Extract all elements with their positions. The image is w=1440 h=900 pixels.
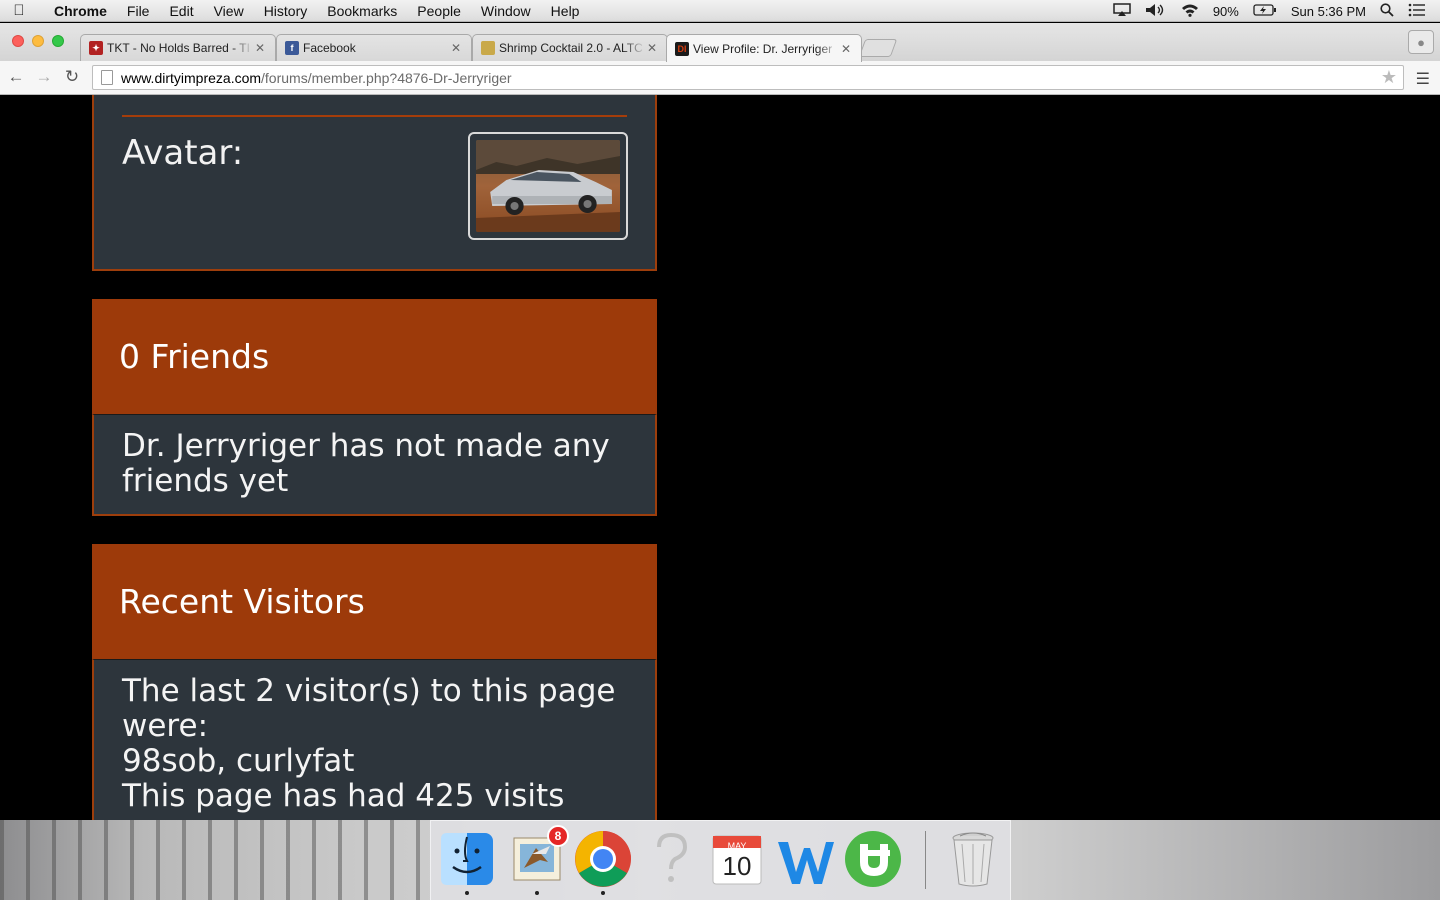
dirtyimpreza-favicon-icon: DI [675, 41, 689, 56]
tab-shrimp-cocktail[interactable]: Shrimp Cocktail 2.0 - ALTC ✕ [472, 34, 668, 61]
recent-visitors-body: The last 2 visitor(s) to this page were:… [92, 659, 657, 820]
calendar-month: MAY [727, 841, 747, 851]
reload-icon[interactable]: ↻ [62, 67, 82, 87]
address-bar[interactable]: www.dirtyimpreza.com/forums/member.php?4… [92, 65, 1404, 90]
back-icon[interactable]: ← [6, 67, 26, 87]
tab-title: Shrimp Cocktail 2.0 - ALTC [499, 41, 643, 55]
finder-icon[interactable] [437, 829, 497, 895]
tab-facebook[interactable]: f Facebook ✕ [276, 34, 472, 61]
visits-total: This page has had 425 visits [122, 778, 565, 814]
url-host: www.dirtyimpreza.com [121, 69, 262, 86]
friends-heading: 0 Friends [119, 337, 270, 376]
tab-view-profile[interactable]: DI View Profile: Dr. Jerryriger ✕ [666, 34, 862, 62]
window-close-button[interactable] [12, 35, 24, 47]
recent-visitors-heading: Recent Visitors [119, 582, 365, 621]
airplay-icon[interactable] [1113, 2, 1131, 20]
dock-separator [925, 831, 926, 889]
wifi-icon[interactable] [1181, 3, 1199, 20]
battery-percent: 90% [1212, 3, 1239, 19]
tab-title: View Profile: Dr. Jerryriger [693, 41, 833, 56]
spotlight-search-icon[interactable] [1380, 2, 1394, 20]
running-indicator [465, 891, 469, 895]
profile-icon[interactable]: ● [1408, 30, 1434, 54]
apple-menu-icon[interactable]:  [0, 2, 38, 19]
chrome-icon[interactable] [573, 829, 633, 895]
friends-body: Dr. Jerryriger has not made any friends … [92, 414, 657, 516]
avatar-label: Avatar: [122, 133, 244, 173]
new-tab-button[interactable] [858, 39, 898, 57]
page-viewport: Avatar: 0 Friends Dr. Jerryriger has not… [0, 95, 1440, 820]
tab-close-icon[interactable]: ✕ [449, 41, 463, 55]
mail-badge: 8 [547, 825, 569, 847]
trash-icon[interactable] [943, 829, 1003, 889]
menu-file[interactable]: File [117, 3, 160, 19]
tab-strip: ✦ TKT - No Holds Barred - TI ✕ f Faceboo… [0, 23, 1440, 62]
page-icon [101, 70, 113, 85]
menubar-clock[interactable]: Sun 5:36 PM [1291, 4, 1366, 19]
calendar-day: 10 [722, 851, 752, 881]
tab-close-icon[interactable]: ✕ [839, 42, 853, 56]
divider [122, 115, 627, 117]
facebook-favicon-icon: f [285, 41, 299, 55]
menubar:  Chrome File Edit View History Bookmark… [0, 0, 1440, 22]
utorrent-icon[interactable] [843, 829, 903, 889]
volume-icon[interactable] [1145, 3, 1167, 20]
calendar-icon[interactable]: MAY 10 [707, 829, 767, 889]
menubar-status-area: 90% Sun 5:36 PM [1113, 0, 1440, 22]
desktop-wallpaper-fence [0, 820, 420, 900]
notification-center-icon[interactable] [1408, 3, 1426, 20]
tab-close-icon[interactable]: ✕ [645, 41, 659, 55]
menu-bookmarks[interactable]: Bookmarks [317, 3, 407, 19]
running-indicator [601, 891, 605, 895]
friends-message: Dr. Jerryriger has not made any friends … [122, 428, 610, 499]
window-minimize-button[interactable] [32, 35, 44, 47]
recent-visitors-header: Recent Visitors [92, 544, 657, 660]
chrome-menu-icon[interactable]: ☰ [1416, 69, 1430, 89]
running-indicator [535, 891, 539, 895]
menu-edit[interactable]: Edit [159, 3, 203, 19]
visitors-intro: The last 2 visitor(s) to this page were: [122, 673, 616, 744]
menu-people[interactable]: People [407, 3, 471, 19]
dock: 8 MAY 10 [430, 820, 1011, 900]
avatar-frame [468, 132, 628, 240]
tab-title: TKT - No Holds Barred - TI [107, 41, 250, 55]
bookmark-star-icon[interactable]: ★ [1381, 67, 1397, 88]
menu-window[interactable]: Window [471, 3, 541, 19]
tab-tkt[interactable]: ✦ TKT - No Holds Barred - TI ✕ [80, 34, 276, 61]
battery-icon[interactable] [1253, 3, 1277, 19]
menu-help[interactable]: Help [541, 3, 590, 19]
visitors-list[interactable]: 98sob, curlyfat [122, 744, 635, 779]
url-path: /forums/member.php?4876-Dr-Jerryriger [261, 69, 512, 86]
tab-title: Facebook [303, 41, 356, 55]
window-zoom-button[interactable] [52, 35, 64, 47]
forward-icon[interactable]: → [34, 67, 54, 87]
tkt-favicon-icon: ✦ [89, 41, 103, 55]
menu-app-name[interactable]: Chrome [38, 3, 117, 19]
browser-toolbar: ← → ↻ www.dirtyimpreza.com/forums/member… [0, 61, 1440, 95]
avatar-image [476, 140, 620, 232]
menu-view[interactable]: View [204, 3, 254, 19]
unknown-app-question-icon[interactable] [641, 829, 701, 889]
altc-favicon-icon [481, 41, 495, 55]
mail-icon[interactable]: 8 [507, 825, 569, 895]
friends-header: 0 Friends [92, 299, 657, 415]
avatar-panel: Avatar: [92, 95, 657, 271]
menu-history[interactable]: History [254, 3, 318, 19]
word-icon[interactable] [775, 829, 835, 889]
tab-close-icon[interactable]: ✕ [253, 41, 267, 55]
